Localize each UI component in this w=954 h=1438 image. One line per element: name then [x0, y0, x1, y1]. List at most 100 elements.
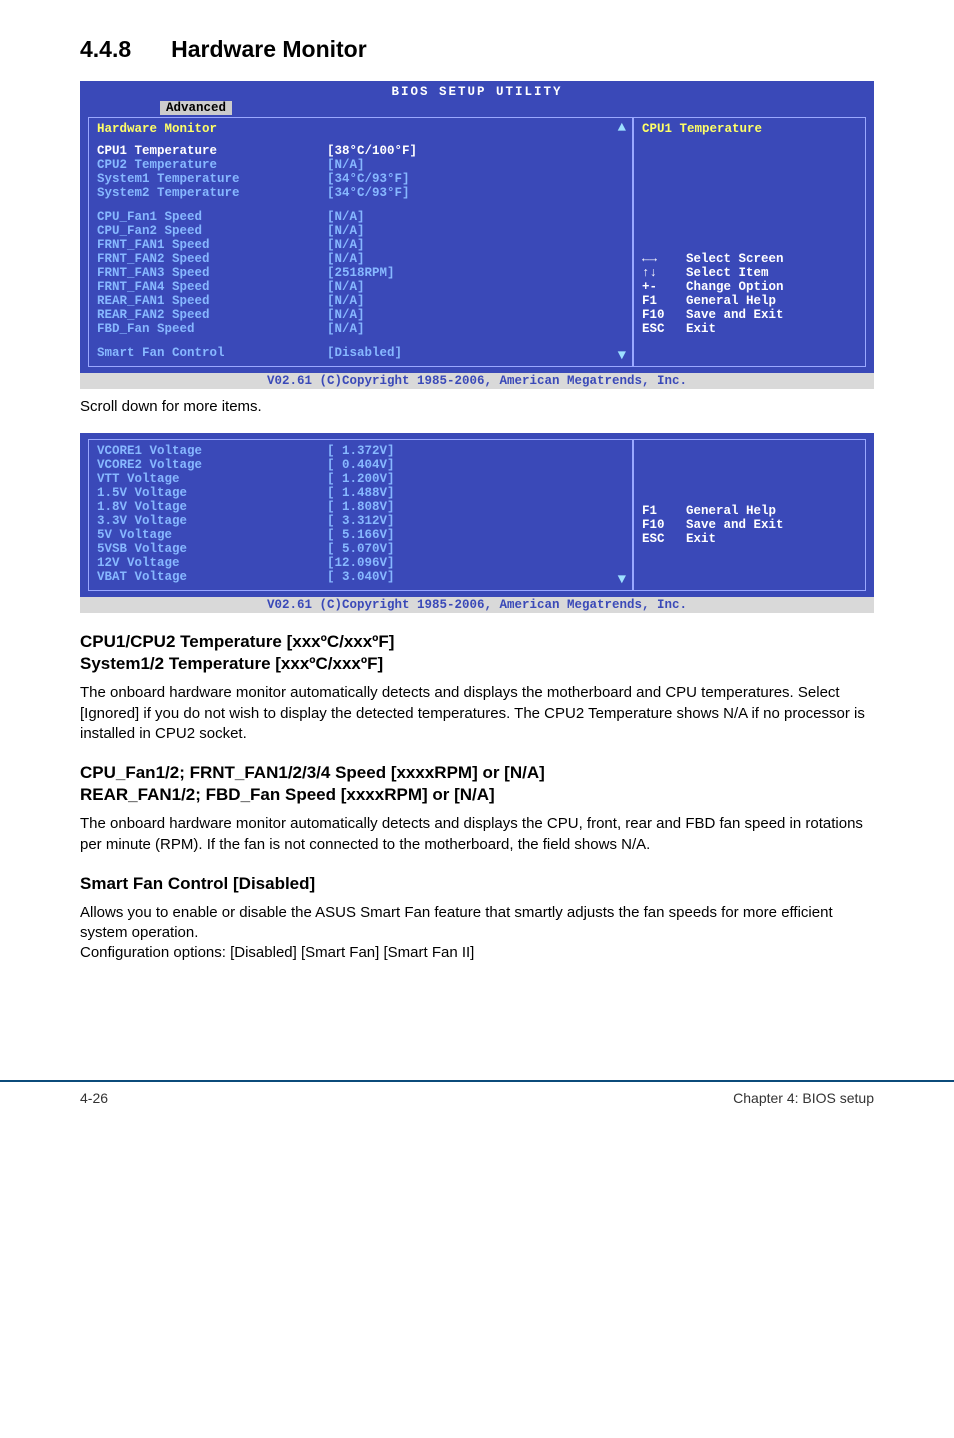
help-key: +-: [642, 280, 686, 294]
help-text: Exit: [686, 532, 716, 546]
setting-value[interactable]: [N/A]: [327, 280, 365, 294]
bios-left-pane: ▲ Hardware Monitor CPU1 Temperature [38°…: [88, 117, 633, 367]
setting-value[interactable]: [N/A]: [327, 224, 365, 238]
section-number: 4.4.8: [80, 36, 131, 63]
setting-label[interactable]: FRNT_FAN3 Speed: [97, 266, 327, 280]
scroll-down-icon[interactable]: ▼: [618, 572, 626, 588]
setting-row: CPU1 Temperature [38°C/100°F]: [97, 144, 624, 158]
setting-value[interactable]: [ 1.200V]: [327, 472, 395, 486]
scroll-down-icon[interactable]: ▼: [618, 348, 626, 364]
setting-label[interactable]: System1 Temperature: [97, 172, 327, 186]
setting-label[interactable]: System2 Temperature: [97, 186, 327, 200]
setting-row: 3.3V Voltage[ 3.312V]: [97, 514, 624, 528]
subhead-line: System1/2 Temperature [xxxºC/xxxºF]: [80, 654, 383, 673]
setting-label[interactable]: VTT Voltage: [97, 472, 327, 486]
setting-label[interactable]: CPU_Fan2 Speed: [97, 224, 327, 238]
help-title: CPU1 Temperature: [642, 122, 857, 136]
help-key: F10: [642, 518, 686, 532]
setting-label[interactable]: 5V Voltage: [97, 528, 327, 542]
setting-row: 5VSB Voltage[ 5.070V]: [97, 542, 624, 556]
subheading-cpu-temp: CPU1/CPU2 Temperature [xxxºC/xxxºF] Syst…: [80, 631, 874, 675]
bios-screenshot-1: BIOS SETUP UTILITY Advanced ▲ Hardware M…: [80, 81, 874, 389]
subheading-smart-fan: Smart Fan Control [Disabled]: [80, 873, 874, 895]
setting-label[interactable]: 5VSB Voltage: [97, 542, 327, 556]
setting-row: Smart Fan Control[Disabled]: [97, 346, 624, 360]
setting-row: VCORE2 Voltage[ 0.404V]: [97, 458, 624, 472]
setting-row: System1 Temperature [34°C/93°F]: [97, 172, 624, 186]
setting-label[interactable]: 1.5V Voltage: [97, 486, 327, 500]
setting-row: CPU2 Temperature [N/A]: [97, 158, 624, 172]
setting-row: 1.5V Voltage[ 1.488V]: [97, 486, 624, 500]
setting-row: 5V Voltage[ 5.166V]: [97, 528, 624, 542]
setting-row: FRNT_FAN3 Speed[2518RPM]: [97, 266, 624, 280]
setting-label[interactable]: VBAT Voltage: [97, 570, 327, 584]
page-footer: 4-26 Chapter 4: BIOS setup: [0, 1080, 954, 1136]
setting-row: VBAT Voltage[ 3.040V]: [97, 570, 624, 584]
setting-row: 1.8V Voltage[ 1.808V]: [97, 500, 624, 514]
setting-row: System2 Temperature [34°C/93°F]: [97, 186, 624, 200]
bios-title: BIOS SETUP UTILITY: [80, 81, 874, 101]
setting-label[interactable]: REAR_FAN1 Speed: [97, 294, 327, 308]
page-number: 4-26: [80, 1090, 108, 1106]
scroll-up-icon[interactable]: ▲: [618, 120, 626, 136]
subhead-line: CPU1/CPU2 Temperature [xxxºC/xxxºF]: [80, 632, 394, 651]
section-title-text: Hardware Monitor: [171, 36, 367, 62]
pane-heading: Hardware Monitor: [97, 122, 624, 136]
chapter-label: Chapter 4: BIOS setup: [733, 1090, 874, 1106]
setting-row: REAR_FAN2 Speed[N/A]: [97, 308, 624, 322]
setting-label[interactable]: FRNT_FAN2 Speed: [97, 252, 327, 266]
body-paragraph: Allows you to enable or disable the ASUS…: [80, 903, 874, 944]
setting-value[interactable]: [34°C/93°F]: [327, 186, 410, 200]
help-key-list: F1General Help F10Save and Exit ESCExit: [642, 504, 857, 546]
setting-value[interactable]: [12.096V]: [327, 556, 395, 570]
setting-value[interactable]: [ 3.312V]: [327, 514, 395, 528]
setting-value[interactable]: [ 1.488V]: [327, 486, 395, 500]
setting-label[interactable]: FBD_Fan Speed: [97, 322, 327, 336]
setting-label[interactable]: FRNT_FAN1 Speed: [97, 238, 327, 252]
setting-label[interactable]: 12V Voltage: [97, 556, 327, 570]
bios-copyright: V02.61 (C)Copyright 1985-2006, American …: [80, 373, 874, 389]
setting-value[interactable]: [34°C/93°F]: [327, 172, 410, 186]
setting-value[interactable]: [N/A]: [327, 252, 365, 266]
setting-label[interactable]: CPU1 Temperature: [97, 144, 327, 158]
bios-left-pane: VCORE1 Voltage[ 1.372V] VCORE2 Voltage[ …: [88, 439, 633, 591]
bios-copyright: V02.61 (C)Copyright 1985-2006, American …: [80, 597, 874, 613]
body-paragraph: The onboard hardware monitor automatical…: [80, 814, 874, 855]
help-key: F1: [642, 294, 686, 308]
setting-row: VTT Voltage[ 1.200V]: [97, 472, 624, 486]
setting-value[interactable]: [N/A]: [327, 308, 365, 322]
setting-value[interactable]: [ 3.040V]: [327, 570, 395, 584]
help-text: Exit: [686, 322, 716, 336]
help-text: General Help: [686, 504, 776, 518]
setting-label[interactable]: Smart Fan Control: [97, 346, 327, 360]
setting-value[interactable]: [ 5.070V]: [327, 542, 395, 556]
setting-label[interactable]: VCORE2 Voltage: [97, 458, 327, 472]
subheading-fan-speed: CPU_Fan1/2; FRNT_FAN1/2/3/4 Speed [xxxxR…: [80, 762, 874, 806]
setting-value[interactable]: [Disabled]: [327, 346, 402, 360]
help-text: Change Option: [686, 280, 784, 294]
setting-label[interactable]: VCORE1 Voltage: [97, 444, 327, 458]
setting-label[interactable]: FRNT_FAN4 Speed: [97, 280, 327, 294]
help-key: ↑↓: [642, 266, 686, 280]
setting-label[interactable]: 1.8V Voltage: [97, 500, 327, 514]
setting-value[interactable]: [2518RPM]: [327, 266, 395, 280]
setting-label[interactable]: 3.3V Voltage: [97, 514, 327, 528]
setting-value[interactable]: [38°C/100°F]: [327, 144, 417, 158]
setting-value[interactable]: [N/A]: [327, 238, 365, 252]
setting-value[interactable]: [ 5.166V]: [327, 528, 395, 542]
setting-label[interactable]: REAR_FAN2 Speed: [97, 308, 327, 322]
setting-label[interactable]: CPU2 Temperature: [97, 158, 327, 172]
setting-row: VCORE1 Voltage[ 1.372V]: [97, 444, 624, 458]
setting-row: CPU_Fan1 Speed[N/A]: [97, 210, 624, 224]
setting-value[interactable]: [ 1.372V]: [327, 444, 395, 458]
tab-advanced[interactable]: Advanced: [160, 101, 232, 115]
setting-value[interactable]: [N/A]: [327, 210, 365, 224]
setting-value[interactable]: [ 1.808V]: [327, 500, 395, 514]
setting-value[interactable]: [N/A]: [327, 322, 365, 336]
setting-value[interactable]: [N/A]: [327, 294, 365, 308]
setting-value[interactable]: [N/A]: [327, 158, 365, 172]
setting-value[interactable]: [ 0.404V]: [327, 458, 395, 472]
setting-label[interactable]: CPU_Fan1 Speed: [97, 210, 327, 224]
body-paragraph: Configuration options: [Disabled] [Smart…: [80, 943, 874, 963]
help-text: Select Item: [686, 266, 769, 280]
